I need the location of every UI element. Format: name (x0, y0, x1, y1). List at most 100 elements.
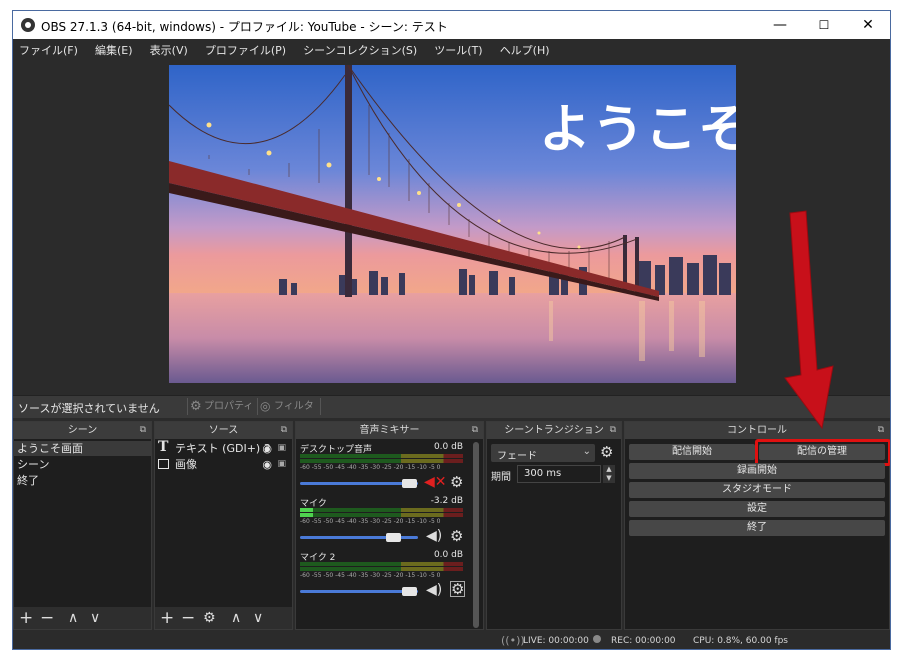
remove-scene-button[interactable]: − (40, 608, 54, 628)
level-meter (300, 508, 463, 512)
mixer-channel-mic: マイク -3.2 dB -60 -55 -50 -45 -40 -35 -30 … (300, 496, 463, 554)
start-recording-button[interactable]: 録画開始 (629, 463, 885, 479)
preview-canvas[interactable]: ようこそ (169, 65, 736, 383)
float-dock-icon[interactable]: ⧉ (472, 422, 478, 439)
exit-button[interactable]: 終了 (629, 520, 885, 536)
eye-icon[interactable]: ◉ (262, 441, 272, 456)
volume-slider[interactable] (300, 587, 418, 596)
source-name: 画像 (175, 458, 197, 471)
audio-mixer-dock: 音声ミキサー ⧉ デスクトップ音声 0.0 dB -60 -55 -50 -45… (295, 421, 484, 630)
menu-tools[interactable]: ツール(T) (428, 41, 488, 61)
filters-label: フィルタ (274, 401, 314, 412)
gear-icon[interactable]: ⚙ (450, 581, 466, 597)
obs-logo-icon (21, 18, 35, 32)
mixer-channel-desktop: デスクトップ音声 0.0 dB -60 -55 -50 -45 -40 -35 … (300, 442, 463, 500)
eye-icon[interactable]: ◉ (262, 457, 272, 472)
lock-icon[interactable]: ▣ (277, 441, 286, 456)
muted-speaker-icon[interactable]: ◀✕ (424, 474, 447, 490)
sources-dock-header: ソース ⧉ (155, 422, 292, 439)
no-source-selected-label: ソースが選択されていません (18, 402, 160, 415)
menu-file[interactable]: ファイル(F) (13, 41, 84, 61)
source-item[interactable]: 画像 ◉ ▣ (155, 457, 292, 472)
menu-bar: ファイル(F) 編集(E) 表示(V) プロファイル(P) シーンコレクション(… (13, 39, 890, 59)
transition-select[interactable]: フェード ⌄ (491, 444, 595, 462)
move-down-button[interactable]: ∨ (253, 608, 263, 628)
properties-button[interactable]: ⚙ プロパティ (187, 398, 253, 415)
level-fill (300, 513, 314, 517)
channel-db: 0.0 dB (433, 442, 463, 452)
level-meter (300, 567, 463, 571)
move-up-button[interactable]: ∧ (68, 608, 78, 628)
source-name: テキスト (GDI+) 3 (175, 442, 271, 455)
volume-slider-knob[interactable] (386, 533, 402, 542)
scene-item[interactable]: ようこそ画面 (14, 441, 151, 456)
start-streaming-button[interactable]: 配信開始 (629, 444, 755, 460)
volume-slider[interactable] (300, 479, 418, 488)
controls-title: コントロール (727, 425, 787, 436)
duration-input[interactable]: 300 ms (517, 465, 601, 483)
add-scene-button[interactable]: + (19, 608, 33, 628)
source-properties-gear-icon[interactable]: ⚙ (203, 608, 216, 628)
image-icon (158, 459, 169, 469)
remove-source-button[interactable]: − (181, 608, 195, 628)
menu-view[interactable]: 表示(V) (144, 41, 194, 61)
properties-label: プロパティ (204, 401, 254, 412)
broadcast-icon: ((•)) (501, 634, 525, 647)
settings-button[interactable]: 設定 (629, 501, 885, 517)
controls-dock: コントロール ⧉ 配信開始 配信の管理 録画開始 スタジオモード 設定 終了 (624, 421, 890, 630)
source-item[interactable]: T テキスト (GDI+) 3 ◉ ▣ (155, 440, 292, 456)
float-dock-icon[interactable]: ⧉ (281, 422, 287, 439)
menu-edit[interactable]: 編集(E) (89, 41, 139, 61)
scene-item[interactable]: 終了 (14, 473, 151, 488)
channel-db: -3.2 dB (430, 496, 463, 506)
close-button[interactable]: ✕ (846, 11, 890, 39)
window-title: OBS 27.1.3 (64-bit, windows) - プロファイル: Y… (41, 20, 448, 34)
volume-slider-knob[interactable] (401, 587, 417, 596)
float-dock-icon[interactable]: ⧉ (610, 422, 616, 439)
volume-slider[interactable] (300, 533, 418, 542)
mixer-channel-mic2: マイク 2 0.0 dB -60 -55 -50 -45 -40 -35 -30… (300, 550, 466, 608)
sources-dock: ソース ⧉ T テキスト (GDI+) 3 ◉ ▣ 画像 ◉ ▣ + − ⚙ ∧… (154, 421, 293, 630)
scenes-dock-header: シーン ⧉ (14, 422, 151, 439)
speaker-icon[interactable]: ◀) (426, 528, 442, 544)
float-dock-icon[interactable]: ⧉ (878, 422, 884, 439)
title-bar: OBS 27.1.3 (64-bit, windows) - プロファイル: Y… (13, 11, 890, 39)
move-up-button[interactable]: ∧ (231, 608, 241, 628)
volume-slider-knob[interactable] (401, 479, 417, 488)
level-meter (300, 562, 463, 566)
move-down-button[interactable]: ∨ (90, 608, 100, 628)
level-meter (300, 454, 463, 458)
gear-icon: ⚙ (190, 399, 202, 414)
gear-icon[interactable]: ⚙ (450, 473, 463, 491)
sources-title: ソース (208, 425, 239, 436)
transitions-dock-header: シーントランジション ⧉ (487, 422, 621, 439)
sources-toolbar: + − ⚙ ∧ ∨ (155, 607, 292, 629)
live-timer: LIVE: 00:00:00 (523, 636, 589, 646)
obs-window: OBS 27.1.3 (64-bit, windows) - プロファイル: Y… (12, 10, 891, 650)
minimize-button[interactable]: — (758, 11, 802, 39)
lock-icon[interactable]: ▣ (277, 457, 286, 472)
menu-help[interactable]: ヘルプ(H) (494, 41, 556, 61)
filters-button[interactable]: ◎ フィルタ (257, 398, 321, 415)
speaker-icon[interactable]: ◀) (426, 582, 442, 598)
chevron-down-icon: ⌄ (582, 446, 591, 457)
duration-spinner[interactable]: ▲ ▼ (603, 465, 615, 483)
duration-label: 期間 (491, 472, 511, 483)
maximize-button[interactable]: ☐ (802, 11, 846, 39)
transitions-title: シーントランジション (504, 425, 604, 436)
scenes-title: シーン (67, 425, 98, 436)
cpu-fps-readout: CPU: 0.8%, 60.00 fps (693, 636, 788, 646)
rec-timer: REC: 00:00:00 (611, 636, 676, 646)
transition-properties-gear-icon[interactable]: ⚙ (600, 443, 613, 461)
studio-mode-button[interactable]: スタジオモード (629, 482, 885, 498)
float-dock-icon[interactable]: ⧉ (140, 422, 146, 439)
scene-item[interactable]: シーン (14, 457, 151, 472)
menu-profile[interactable]: プロファイル(P) (199, 41, 292, 61)
meter-ticks: -60 -55 -50 -45 -40 -35 -30 -25 -20 -15 … (300, 464, 441, 471)
level-meter (300, 513, 463, 517)
add-source-button[interactable]: + (160, 608, 174, 628)
mixer-scrollbar[interactable] (473, 442, 479, 628)
menu-scene-collection[interactable]: シーンコレクション(S) (297, 41, 423, 61)
gear-icon[interactable]: ⚙ (450, 527, 463, 545)
meter-ticks: -60 -55 -50 -45 -40 -35 -30 -25 -20 -15 … (300, 518, 441, 525)
